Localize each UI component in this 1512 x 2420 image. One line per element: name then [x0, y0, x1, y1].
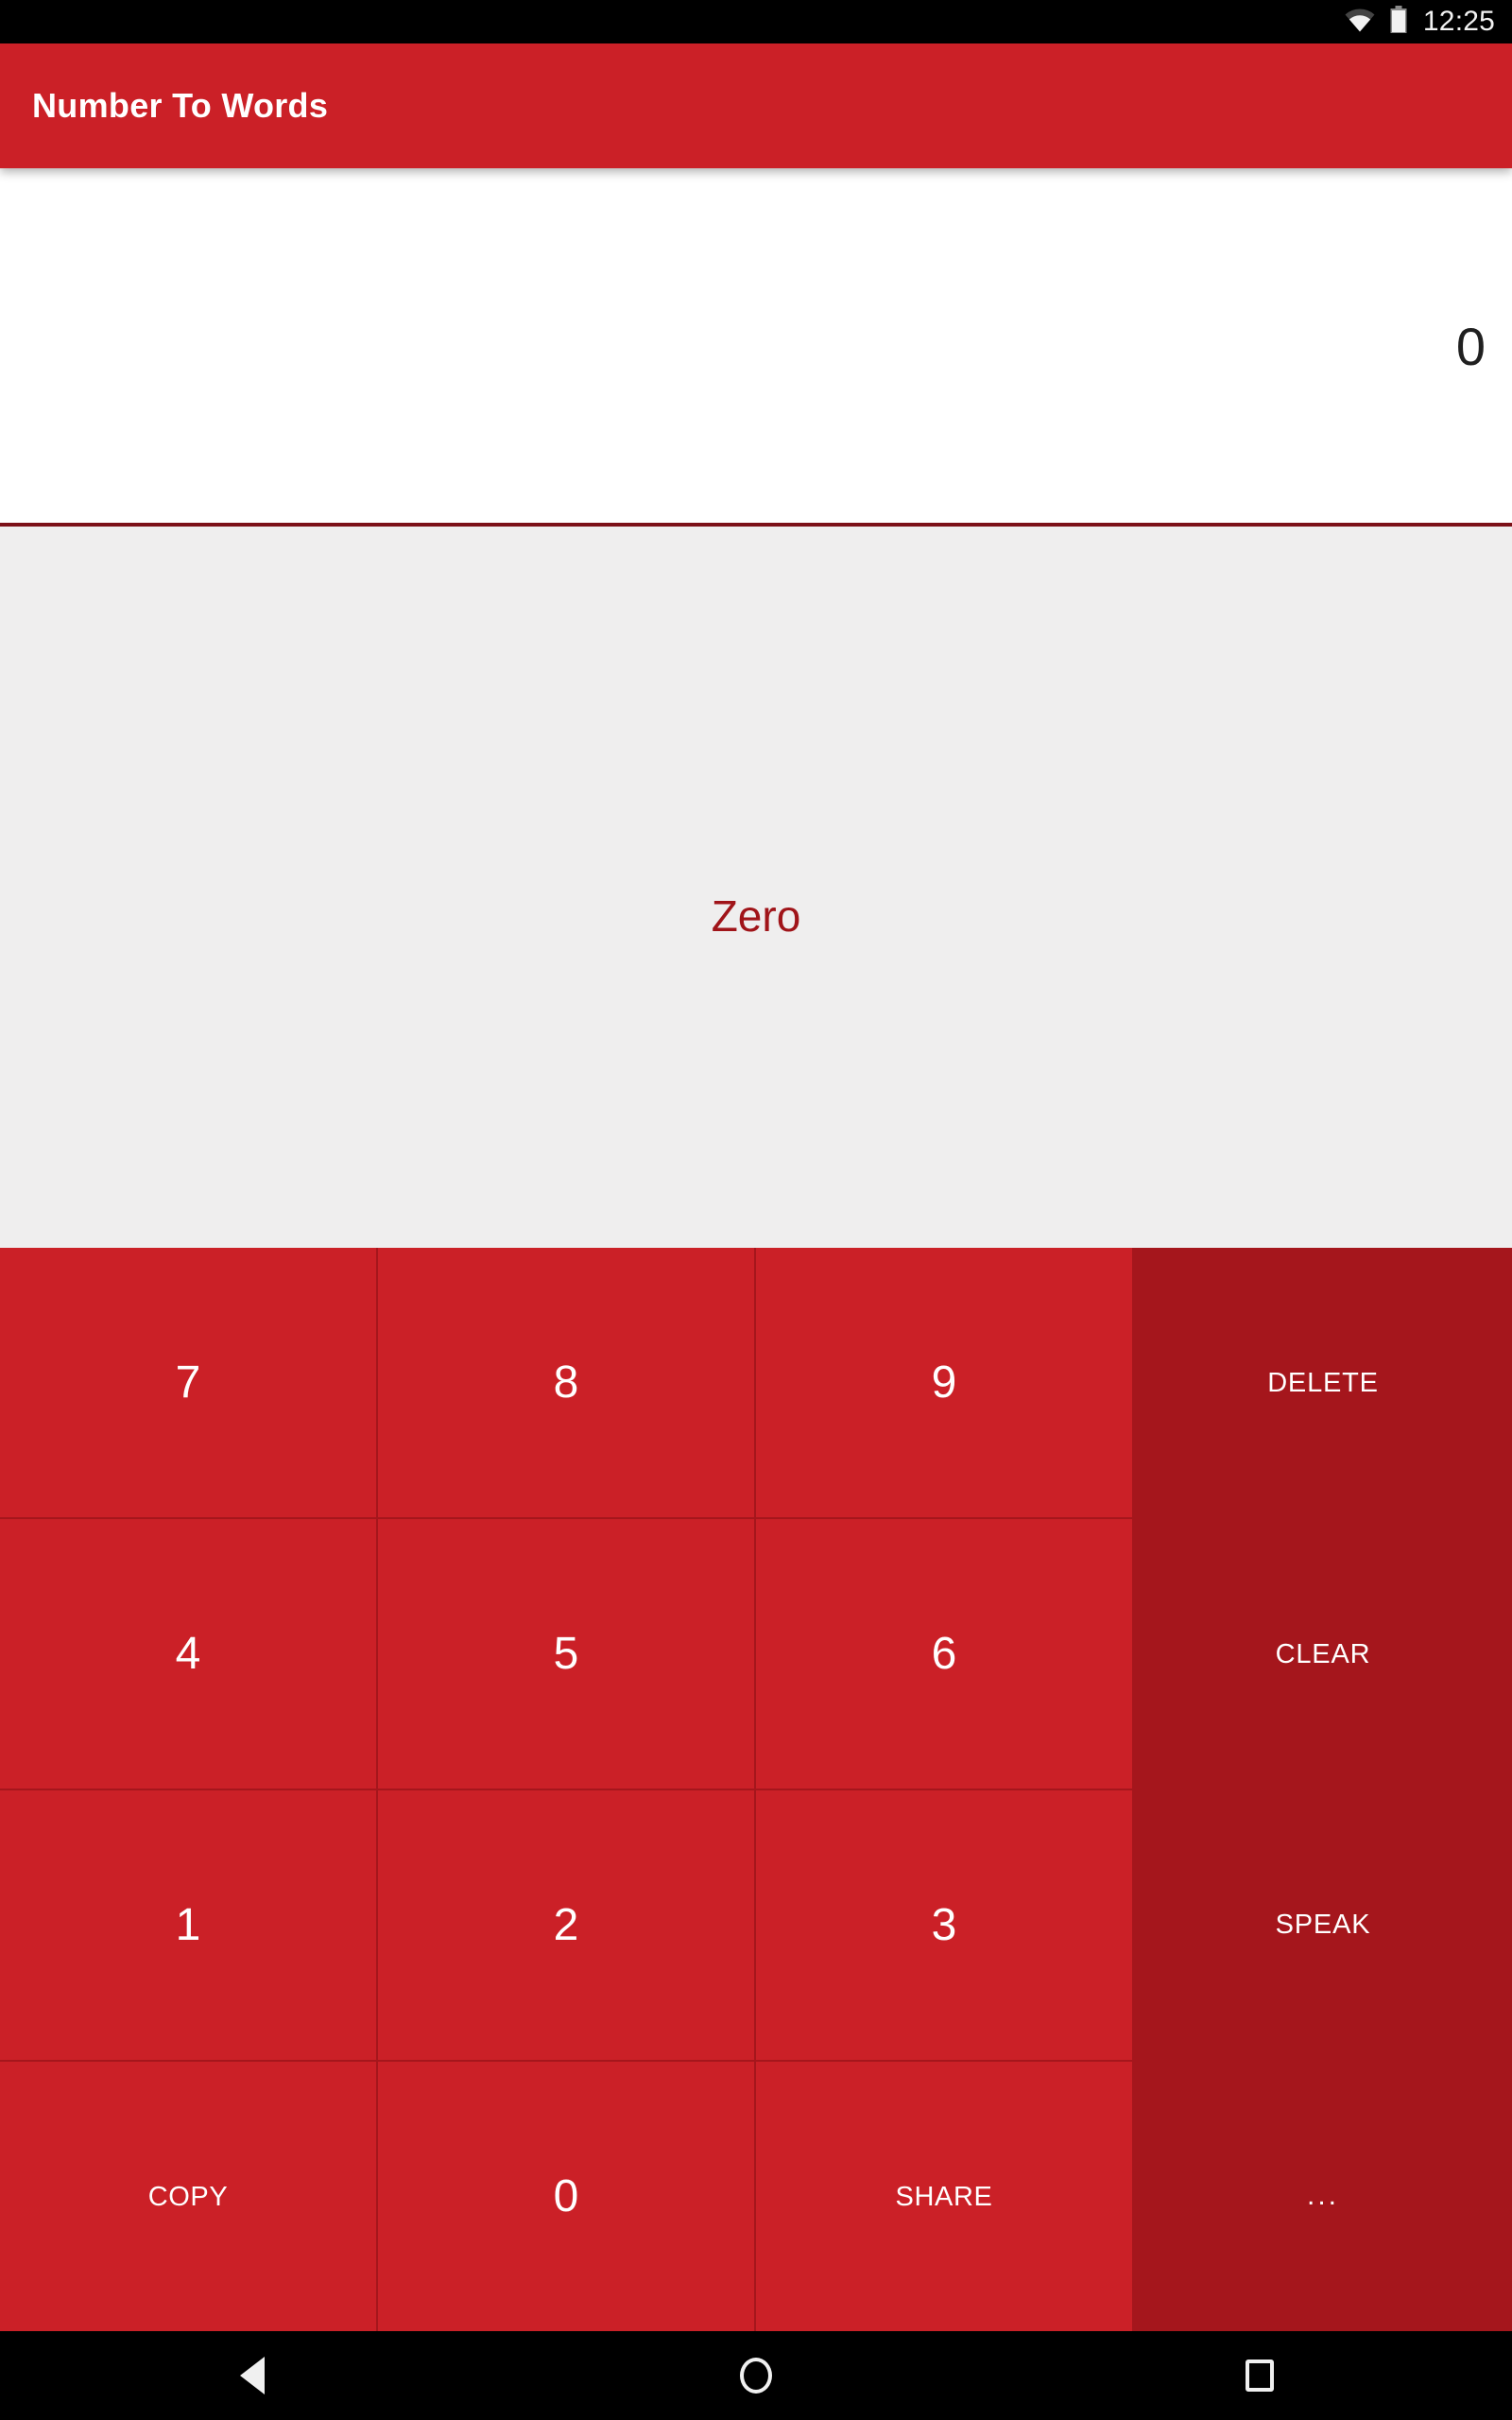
result-words-text: Zero [711, 890, 801, 941]
key-label: 8 [553, 1357, 579, 1408]
recents-square-icon [1246, 2360, 1275, 2392]
number-input-value[interactable]: 0 [1456, 318, 1486, 375]
key-label: COPY [147, 2181, 229, 2212]
keypad-row: COPY 0 SHARE [0, 2062, 1134, 2331]
nav-back-button[interactable] [0, 2357, 504, 2394]
key-6[interactable]: 6 [756, 1519, 1134, 1789]
key-2[interactable]: 2 [378, 1790, 756, 2060]
app-screen: 12:25 Number To Words 0 Zero 7 8 9 4 5 6… [0, 0, 1512, 2420]
key-label: 3 [931, 1899, 957, 1950]
wifi-icon [1344, 8, 1376, 37]
status-bar-clock: 12:25 [1422, 6, 1495, 37]
result-area: Zero [0, 527, 1512, 1248]
key-label: SPEAK [1275, 1910, 1371, 1941]
keypad: 7 8 9 4 5 6 1 2 3 COPY 0 SHARE DELETE CL… [0, 1248, 1512, 2331]
key-label: 7 [175, 1357, 201, 1408]
nav-recents-button[interactable] [1008, 2360, 1512, 2392]
key-clear[interactable]: CLEAR [1134, 1519, 1512, 1790]
key-0[interactable]: 0 [378, 2062, 756, 2331]
home-circle-icon [739, 2358, 772, 2394]
key-label: 5 [553, 1628, 579, 1679]
keypad-row: 4 5 6 [0, 1519, 1134, 1790]
keypad-action-column: DELETE CLEAR SPEAK ... [1134, 1248, 1512, 2331]
key-label: 4 [175, 1628, 201, 1679]
key-label: CLEAR [1275, 1638, 1371, 1669]
key-more[interactable]: ... [1134, 2061, 1512, 2332]
back-triangle-icon [239, 2357, 265, 2394]
key-8[interactable]: 8 [378, 1248, 756, 1517]
app-title: Number To Words [32, 86, 329, 125]
key-label: 1 [175, 1899, 201, 1950]
status-bar: 12:25 [0, 0, 1512, 43]
status-bar-icons [1344, 5, 1408, 39]
keypad-row: 1 2 3 [0, 1790, 1134, 2062]
key-5[interactable]: 5 [378, 1519, 756, 1789]
key-label: 0 [553, 2170, 579, 2221]
key-label: 6 [931, 1628, 957, 1679]
key-1[interactable]: 1 [0, 1790, 378, 2060]
key-label: DELETE [1267, 1368, 1379, 1399]
battery-icon [1389, 5, 1408, 39]
key-label: 2 [553, 1899, 579, 1950]
key-copy[interactable]: COPY [0, 2062, 378, 2331]
nav-home-button[interactable] [504, 2358, 1007, 2394]
key-delete[interactable]: DELETE [1134, 1248, 1512, 1519]
key-share[interactable]: SHARE [756, 2062, 1134, 2331]
key-7[interactable]: 7 [0, 1248, 378, 1517]
key-label: SHARE [895, 2181, 993, 2212]
key-9[interactable]: 9 [756, 1248, 1134, 1517]
key-speak[interactable]: SPEAK [1134, 1789, 1512, 2061]
key-label: ... [1306, 2179, 1339, 2211]
key-label: 9 [931, 1357, 957, 1408]
number-input-area[interactable]: 0 [0, 168, 1512, 525]
keypad-row: 7 8 9 [0, 1248, 1134, 1519]
key-3[interactable]: 3 [756, 1790, 1134, 2060]
key-4[interactable]: 4 [0, 1519, 378, 1789]
android-nav-bar [0, 2331, 1512, 2420]
app-bar: Number To Words [0, 43, 1512, 168]
keypad-number-grid: 7 8 9 4 5 6 1 2 3 COPY 0 SHARE [0, 1248, 1134, 2331]
